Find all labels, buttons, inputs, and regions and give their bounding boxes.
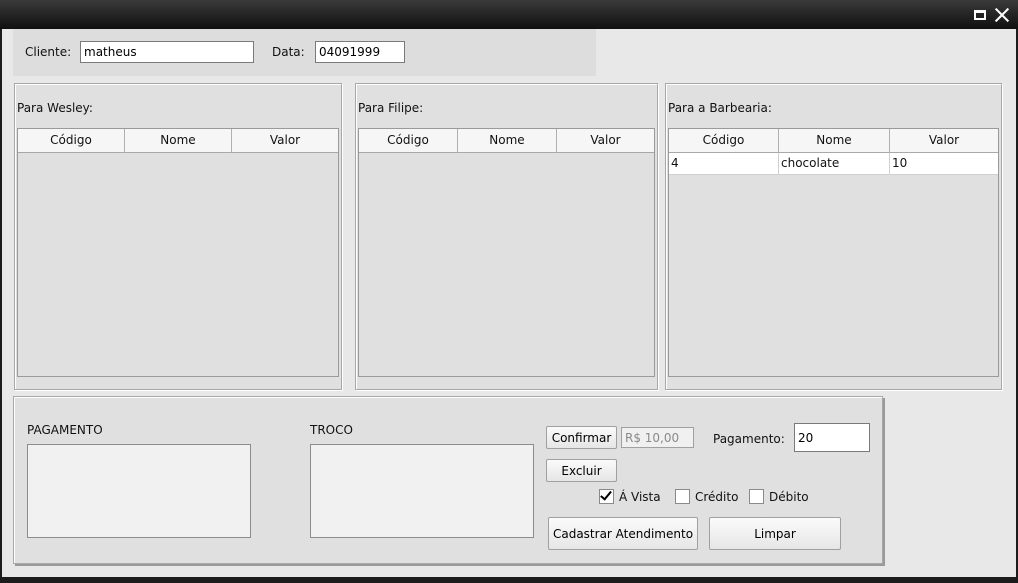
table-row[interactable]: 4 chocolate 10 <box>669 153 998 175</box>
troco-textarea[interactable] <box>310 444 534 538</box>
filipe-title: Para Filipe: <box>358 101 424 115</box>
barbearia-panel: Para a Barbearia: Código Nome Valor 4 ch… <box>665 83 1002 390</box>
cell-codigo[interactable]: 4 <box>669 153 779 175</box>
debito-checkbox[interactable] <box>749 489 764 504</box>
debito-label[interactable]: Débito <box>769 490 809 504</box>
limpar-button[interactable]: Limpar <box>709 517 841 550</box>
avista-label[interactable]: Á Vista <box>619 490 661 504</box>
credito-label[interactable]: Crédito <box>695 490 738 504</box>
credito-checkbox[interactable] <box>675 489 690 504</box>
title-bar <box>0 0 1018 29</box>
excluir-button[interactable]: Excluir <box>546 459 617 482</box>
column-header-nome[interactable]: Nome <box>125 129 232 153</box>
wesley-table[interactable]: Código Nome Valor <box>17 128 339 377</box>
check-icon <box>600 488 612 501</box>
column-header-codigo[interactable]: Código <box>18 129 125 153</box>
data-input[interactable] <box>315 41 405 63</box>
column-header-valor[interactable]: Valor <box>232 129 338 153</box>
maximize-icon[interactable] <box>973 7 989 23</box>
wesley-title: Para Wesley: <box>17 101 93 115</box>
cliente-label: Cliente: <box>25 45 72 59</box>
cell-valor[interactable]: 10 <box>890 153 998 175</box>
cliente-input[interactable] <box>80 41 254 63</box>
column-header-nome[interactable]: Nome <box>458 129 557 153</box>
column-header-nome[interactable]: Nome <box>779 129 890 153</box>
confirmar-button[interactable]: Confirmar <box>546 426 617 449</box>
valor-total-field <box>621 427 694 448</box>
filipe-panel: Para Filipe: Código Nome Valor <box>355 83 658 390</box>
wesley-panel: Para Wesley: Código Nome Valor <box>14 83 342 390</box>
column-header-valor[interactable]: Valor <box>890 129 998 153</box>
data-label: Data: <box>272 45 305 59</box>
barbearia-title: Para a Barbearia: <box>668 101 772 115</box>
payment-panel: PAGAMENTO TROCO Confirmar Pagamento: Exc… <box>13 396 883 564</box>
filipe-table-header: Código Nome Valor <box>359 129 654 153</box>
cell-nome[interactable]: chocolate <box>779 153 890 175</box>
avista-checkbox[interactable] <box>599 488 614 504</box>
app-window: Cliente: Data: Para Wesley: Código Nome … <box>0 0 1018 583</box>
client-area: Cliente: Data: Para Wesley: Código Nome … <box>2 29 1016 577</box>
pagamento-input[interactable] <box>794 423 870 452</box>
header-panel: Cliente: Data: <box>13 29 596 76</box>
barbearia-table[interactable]: Código Nome Valor 4 chocolate 10 <box>668 128 999 377</box>
pagamento-textarea[interactable] <box>27 444 251 538</box>
barbearia-table-header: Código Nome Valor <box>669 129 998 153</box>
filipe-table[interactable]: Código Nome Valor <box>358 128 655 377</box>
close-icon[interactable] <box>994 7 1010 23</box>
pagamento-title: PAGAMENTO <box>27 423 103 437</box>
troco-title: TROCO <box>310 423 353 437</box>
column-header-valor[interactable]: Valor <box>557 129 654 153</box>
cadastrar-atendimento-button[interactable]: Cadastrar Atendimento <box>548 517 698 550</box>
wesley-table-header: Código Nome Valor <box>18 129 338 153</box>
barbearia-table-body: 4 chocolate 10 <box>669 153 998 175</box>
column-header-codigo[interactable]: Código <box>359 129 458 153</box>
pagamento-label: Pagamento: <box>713 432 785 446</box>
column-header-codigo[interactable]: Código <box>669 129 779 153</box>
